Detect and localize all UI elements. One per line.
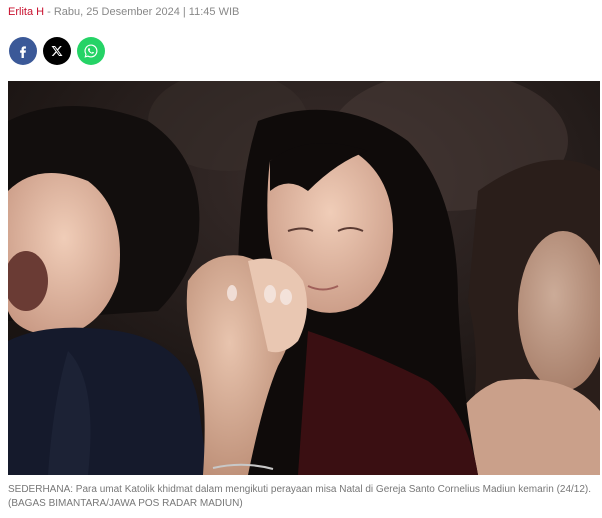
share-bar [9, 37, 105, 65]
x-icon [51, 46, 63, 56]
meta-separator: - [47, 6, 51, 18]
article-photo [8, 81, 600, 475]
whatsapp-icon [84, 44, 98, 58]
facebook-icon [20, 46, 26, 58]
author-link[interactable]: Erlita H [8, 6, 44, 18]
photo-caption: SEDERHANA: Para umat Katolik khidmat dal… [8, 484, 592, 509]
share-facebook-button[interactable] [9, 37, 37, 65]
share-whatsapp-button[interactable] [77, 37, 105, 65]
worshippers-praying-image [8, 81, 600, 475]
share-x-button[interactable] [43, 37, 71, 65]
article-meta: Erlita H - Rabu, 25 Desember 2024 | 11:4… [8, 4, 239, 20]
publish-date: Rabu, 25 Desember 2024 | 11:45 WIB [53, 6, 240, 18]
